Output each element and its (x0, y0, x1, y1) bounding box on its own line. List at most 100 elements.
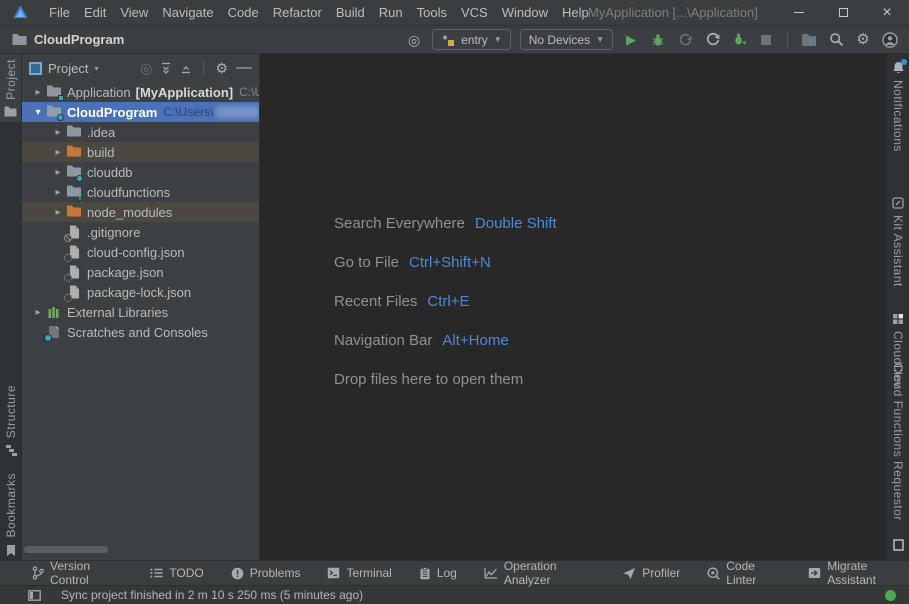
chevron-right-icon[interactable]: ▸ (50, 127, 66, 138)
tree-item-label: .gitignore (87, 224, 141, 240)
update-debug-button[interactable] (730, 31, 748, 49)
excluded-folder-icon (66, 204, 82, 220)
tree-item-label: clouddb (87, 164, 133, 180)
menu-tools[interactable]: Tools (410, 0, 454, 25)
tool-problems[interactable]: Problems (231, 566, 301, 580)
tree-item-label: package.json (87, 264, 164, 280)
stripe-label-structure: Structure (3, 385, 18, 439)
toggle-tool-windows-icon[interactable] (28, 589, 41, 601)
stripe-label-notifications: Notifications (891, 80, 905, 152)
cloud-badge-icon (57, 114, 64, 121)
chevron-down-icon[interactable]: ▾ (30, 107, 46, 118)
debug-button[interactable] (649, 31, 667, 49)
chevron-right-icon[interactable]: ▸ (30, 307, 46, 318)
menu-refactor[interactable]: Refactor (266, 0, 329, 25)
menu-run[interactable]: Run (372, 0, 410, 25)
shortcut-keys: Double Shift (474, 215, 557, 232)
menu-window[interactable]: Window (495, 0, 555, 25)
tool-profiler[interactable]: Profiler (622, 566, 680, 580)
tree-item-label: cloud-config.json (87, 244, 185, 260)
tool-label: Problems (249, 566, 301, 580)
tool-version-control[interactable]: Version Control (32, 559, 123, 587)
tree-item-idea[interactable]: ▸ .idea (22, 122, 259, 142)
chevron-right-icon[interactable]: ▸ (50, 207, 66, 218)
module-badge-icon (58, 95, 64, 101)
chevron-right-icon[interactable]: ▸ (50, 147, 66, 158)
stripe-label-bookmarks: Bookmarks (3, 473, 18, 538)
tool-migrate-assistant[interactable]: Migrate Assistant (808, 559, 909, 587)
tool-terminal[interactable]: Terminal (327, 566, 392, 580)
tree-item-application[interactable]: ▸ Application [MyApplication] C:\U (22, 82, 259, 102)
tree-item-label: node_modules (87, 204, 173, 220)
tree-item-path: C:\Users\ (163, 105, 214, 119)
window-controls: × (777, 0, 909, 25)
rerun-sync-button[interactable] (703, 31, 721, 49)
tree-item-path: C:\U (239, 85, 259, 99)
project-panel-title[interactable]: Project (48, 61, 88, 76)
tree-item-gitignore[interactable]: .gitignore (22, 222, 259, 242)
project-folder-icon (10, 31, 28, 49)
chevron-right-icon[interactable]: ▸ (50, 187, 66, 198)
menu-file[interactable]: File (42, 0, 77, 25)
tool-log[interactable]: Log (419, 566, 457, 580)
maximize-button[interactable] (821, 0, 865, 25)
stripe-tab-structure[interactable]: Structure (0, 380, 21, 461)
tool-label: Operation Analyzer (503, 559, 557, 587)
locate-file-icon[interactable]: ◎ (405, 31, 423, 49)
stripe-tab-notifications[interactable]: Notifications (887, 56, 909, 157)
run-configuration-select[interactable]: entry ▼ (432, 29, 511, 50)
toolbar-actions: ◎ entry ▼ No Devices ▼ ▶ ⚙ (405, 29, 899, 50)
stripe-tab-bookmarks[interactable]: Bookmarks (0, 468, 21, 562)
close-button[interactable]: × (865, 0, 909, 25)
chevron-down-icon[interactable]: ▾ (94, 64, 98, 73)
hide-panel-icon[interactable]: — (236, 59, 252, 77)
tool-code-linter[interactable]: Code Linter (707, 559, 781, 587)
project-tree: ▸ Application [MyApplication] C:\U ▾ Clo… (22, 82, 259, 342)
chevron-right-icon[interactable]: ▸ (50, 167, 66, 178)
tree-item-label: Application (67, 84, 131, 100)
menu-vcs[interactable]: VCS (454, 0, 495, 25)
menu-build[interactable]: Build (329, 0, 372, 25)
tree-item-cloudfunctions[interactable]: ▸ cloudfunctions (22, 182, 259, 202)
menu-edit[interactable]: Edit (77, 0, 113, 25)
tree-item-package-lock-json[interactable]: package-lock.json (22, 282, 259, 302)
search-everywhere-icon[interactable] (827, 31, 845, 49)
settings-gear-icon[interactable]: ⚙ (854, 31, 872, 49)
tree-item-scratches[interactable]: Scratches and Consoles (22, 322, 259, 342)
menu-view[interactable]: View (113, 0, 155, 25)
stripe-tab-cloud-functions-requestor[interactable]: Cloud Functions Requestor (887, 358, 909, 526)
json-file-icon (64, 244, 82, 262)
tool-operation-analyzer[interactable]: Operation Analyzer (484, 559, 595, 587)
run-button[interactable]: ▶ (622, 31, 640, 49)
horizontal-scrollbar[interactable] (24, 546, 108, 553)
expand-all-icon[interactable] (160, 62, 172, 74)
tree-item-cloud-config-json[interactable]: cloud-config.json (22, 242, 259, 262)
collapse-all-icon[interactable] (180, 62, 192, 74)
tree-item-clouddb[interactable]: ▸ clouddb (22, 162, 259, 182)
stripe-tab-kit-assistant[interactable]: Kit Assistant (887, 192, 909, 292)
menu-navigate[interactable]: Navigate (155, 0, 220, 25)
device-select[interactable]: No Devices ▼ (519, 29, 613, 50)
project-panel-actions: ◎ ⚙ — (140, 59, 252, 77)
tree-item-node-modules[interactable]: ▸ node_modules (22, 202, 259, 222)
breadcrumb[interactable]: CloudProgram (10, 31, 124, 49)
chevron-right-icon[interactable]: ▸ (30, 87, 46, 98)
tree-item-package-json[interactable]: package.json (22, 262, 259, 282)
left-tool-stripe: Project Structure Bookmarks (0, 54, 22, 560)
branch-icon (32, 566, 44, 580)
json-badge-icon (64, 294, 72, 302)
stripe-tab-device-window[interactable] (887, 534, 909, 556)
stripe-label-cloud-functions-requestor: Cloud Functions Requestor (891, 363, 905, 521)
menu-code[interactable]: Code (221, 0, 266, 25)
tree-item-cloudprogram[interactable]: ▾ CloudProgram C:\Users\ (22, 102, 259, 122)
tool-todo[interactable]: TODO (150, 566, 204, 580)
project-structure-icon[interactable] (800, 31, 818, 49)
tree-item-build[interactable]: ▸ build (22, 142, 259, 162)
tree-item-external-libraries[interactable]: ▸ External Libraries (22, 302, 259, 322)
shortcut-line: Go to File Ctrl+Shift+N (334, 243, 557, 282)
minimize-button[interactable] (777, 0, 821, 25)
stripe-tab-project[interactable]: Project (0, 54, 21, 122)
account-avatar-icon[interactable] (881, 31, 899, 49)
select-opened-file-icon[interactable]: ◎ (140, 61, 152, 75)
panel-settings-gear-icon[interactable]: ⚙ (215, 61, 228, 75)
